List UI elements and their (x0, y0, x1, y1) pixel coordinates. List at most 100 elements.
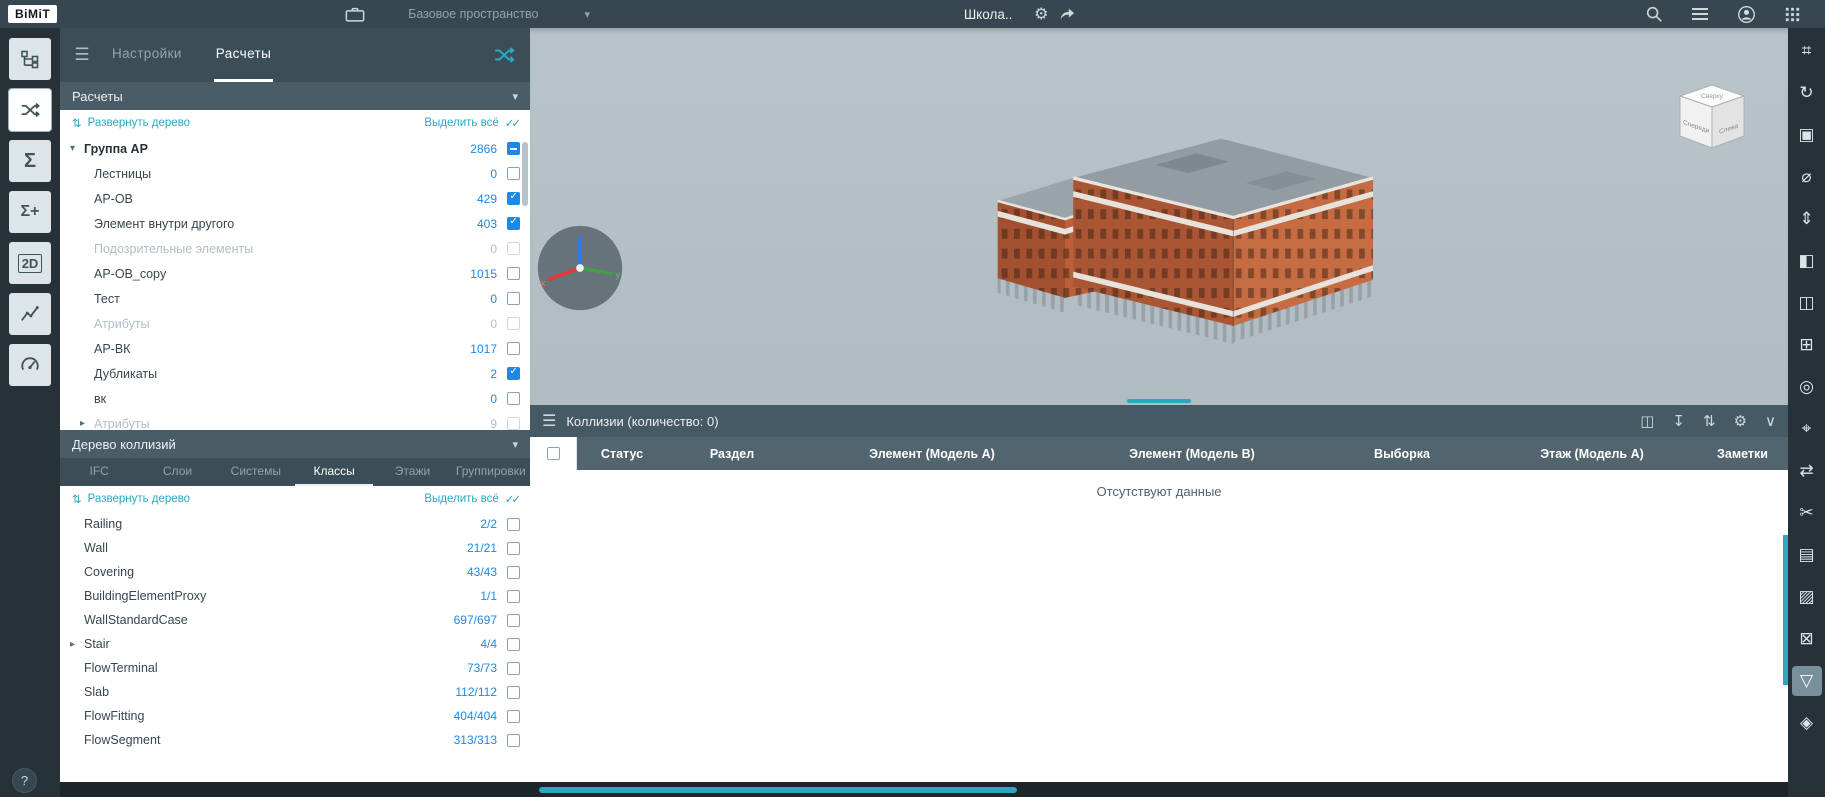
tree-row-podozritelnye[interactable]: Подозрительные элементы 0 (60, 236, 530, 261)
tab-sloi[interactable]: Слои (138, 458, 216, 486)
select-all-button[interactable]: Выделить всё ✓✓ (424, 492, 521, 506)
row-checkbox[interactable] (507, 342, 520, 355)
briefcase-icon[interactable] (342, 2, 368, 26)
collision-tree-section-header[interactable]: Дерево коллизий ▾ (60, 430, 530, 458)
expand-tree-button[interactable]: ⇅ Развернуть дерево (72, 492, 190, 506)
tab-settings[interactable]: Настройки (110, 28, 184, 82)
row-checkbox[interactable] (507, 366, 520, 380)
tree-row-ar-vk[interactable]: АР-ВК 1017 (60, 336, 530, 361)
row-checkbox[interactable] (507, 685, 520, 699)
project-settings-icon[interactable]: ⚙ (1028, 2, 1054, 26)
tab-ifc[interactable]: IFC (60, 458, 138, 486)
panel-resize-handle[interactable] (1127, 399, 1191, 403)
swap-models-icon[interactable]: ⇄ (1792, 456, 1822, 486)
clear-hidden-icon[interactable]: ⊠ (1792, 624, 1822, 654)
account-icon[interactable] (1733, 2, 1759, 26)
column-header[interactable]: Элемент (Модель A) (797, 437, 1067, 470)
row-checkbox[interactable] (507, 292, 520, 305)
capture-view-icon[interactable]: ⌗ (1792, 36, 1822, 66)
row-checkbox[interactable] (507, 167, 520, 180)
row-checkbox[interactable] (507, 733, 520, 747)
tree-row-gruppa-ar[interactable]: Группа АР 2866 (60, 136, 530, 161)
clip-box-icon[interactable]: ◫ (1792, 288, 1822, 318)
row-caret-icon[interactable] (70, 639, 84, 650)
sum-plus-tool-button[interactable]: Σ+ (9, 191, 51, 233)
tree-scrollbar[interactable] (522, 142, 528, 206)
select-all-checkbox[interactable] (546, 447, 560, 460)
class-row-buildingelementproxy[interactable]: BuildingElementProxy 1/1 (60, 584, 530, 608)
column-header[interactable]: Этаж (Модель A) (1487, 437, 1697, 470)
row-checkbox[interactable] (507, 709, 520, 723)
row-caret-icon[interactable] (80, 418, 94, 429)
building-model[interactable] (950, 86, 1410, 357)
tree-row-ar-ov[interactable]: АР-ОВ 429 (60, 186, 530, 211)
row-checkbox[interactable] (507, 191, 520, 205)
class-row-flowterminal[interactable]: FlowTerminal 73/73 (60, 656, 530, 680)
class-row-stair[interactable]: Stair 4/4 (60, 632, 530, 656)
row-checkbox[interactable] (507, 142, 520, 155)
orbit-icon[interactable]: ↻ (1792, 78, 1822, 108)
tab-klassy[interactable]: Классы (294, 458, 374, 486)
show-elements-icon[interactable]: ▤ (1792, 540, 1822, 570)
selection-frame-icon[interactable]: ▣ (1792, 120, 1822, 150)
workspace-selector[interactable]: Базовое пространство ▾ (408, 7, 590, 21)
export-icon[interactable]: ↧ (1672, 412, 1685, 430)
tree-row-vk[interactable]: вк 0 (60, 386, 530, 411)
column-header[interactable]: Раздел (667, 437, 797, 470)
share-icon[interactable] (1054, 2, 1080, 26)
class-row-flowsegment[interactable]: FlowSegment 313/313 (60, 728, 530, 752)
row-caret-icon[interactable] (70, 143, 84, 154)
row-checkbox[interactable] (507, 216, 520, 230)
measure-icon[interactable]: ⌀ (1792, 162, 1822, 192)
expand-tree-button[interactable]: ⇅ Развернуть дерево (72, 116, 190, 130)
column-header[interactable]: Элемент (Модель B) (1067, 437, 1317, 470)
menu-list-icon[interactable] (1687, 2, 1713, 26)
collisions-menu-icon[interactable]: ☰ (542, 411, 556, 431)
filter-icon[interactable]: ▽ (1791, 666, 1822, 696)
fit-rows-icon[interactable]: ⇅ (1703, 412, 1716, 430)
horizontal-scrollbar[interactable] (539, 787, 1017, 793)
grid-icon[interactable]: ⊞ (1792, 330, 1822, 360)
tree-row-ar-ov-copy[interactable]: АР-ОВ_copy 1015 (60, 261, 530, 286)
search-icon[interactable] (1641, 2, 1667, 26)
tree-row-dublikaty[interactable]: Дубликаты 2 (60, 361, 530, 386)
tree-row-element-vnutri[interactable]: Элемент внутри другого 403 (60, 211, 530, 236)
focus-icon[interactable]: ◎ (1792, 372, 1822, 402)
class-row-flowfitting[interactable]: FlowFitting 404/404 (60, 704, 530, 728)
row-checkbox[interactable] (507, 637, 520, 651)
row-checkbox[interactable] (507, 541, 520, 555)
tab-etazhi[interactable]: Этажи (373, 458, 451, 486)
class-row-wallstandardcase[interactable]: WallStandardCase 697/697 (60, 608, 530, 632)
calculations-section-header[interactable]: Расчеты ▾ (60, 82, 530, 110)
navigation-cube[interactable]: Сверху Спереди Слева (1666, 76, 1758, 160)
row-checkbox[interactable] (507, 589, 520, 603)
apps-grid-icon[interactable] (1779, 2, 1805, 26)
tree-row-lestnicy[interactable]: Лестницы 0 (60, 161, 530, 186)
row-checkbox[interactable] (507, 517, 520, 531)
tree-row-atributy-1[interactable]: Атрибуты 0 (60, 311, 530, 336)
select-all-cell[interactable] (530, 437, 577, 470)
row-checkbox[interactable] (507, 242, 520, 255)
charts-tool-button[interactable] (9, 293, 51, 335)
locate-icon[interactable]: ⌖ (1792, 414, 1822, 444)
collisions-mode-icon[interactable] (492, 28, 516, 82)
duplicate-icon[interactable]: ◫ (1640, 412, 1654, 430)
column-header[interactable]: Статус (577, 437, 667, 470)
help-button[interactable]: ? (13, 769, 36, 792)
tree-row-atributy-2[interactable]: Атрибуты 9 (60, 411, 530, 430)
tree-row-test[interactable]: Тест 0 (60, 286, 530, 311)
collapse-panel-icon[interactable]: ∨ (1765, 412, 1776, 430)
dashboard-tool-button[interactable] (9, 344, 51, 386)
class-row-slab[interactable]: Slab 112/112 (60, 680, 530, 704)
axis-gizmo[interactable]: x y (534, 222, 626, 314)
collisions-tool-button[interactable] (9, 89, 51, 131)
row-checkbox[interactable] (507, 565, 520, 579)
column-header[interactable]: Заметки (1697, 437, 1788, 470)
row-checkbox[interactable] (507, 317, 520, 330)
row-checkbox[interactable] (507, 267, 520, 280)
select-all-button[interactable]: Выделить всё ✓✓ (424, 116, 521, 130)
class-row-covering[interactable]: Covering 43/43 (60, 560, 530, 584)
row-checkbox[interactable] (507, 417, 520, 430)
sum-tool-button[interactable]: Σ (9, 140, 51, 182)
row-checkbox[interactable] (507, 661, 520, 675)
